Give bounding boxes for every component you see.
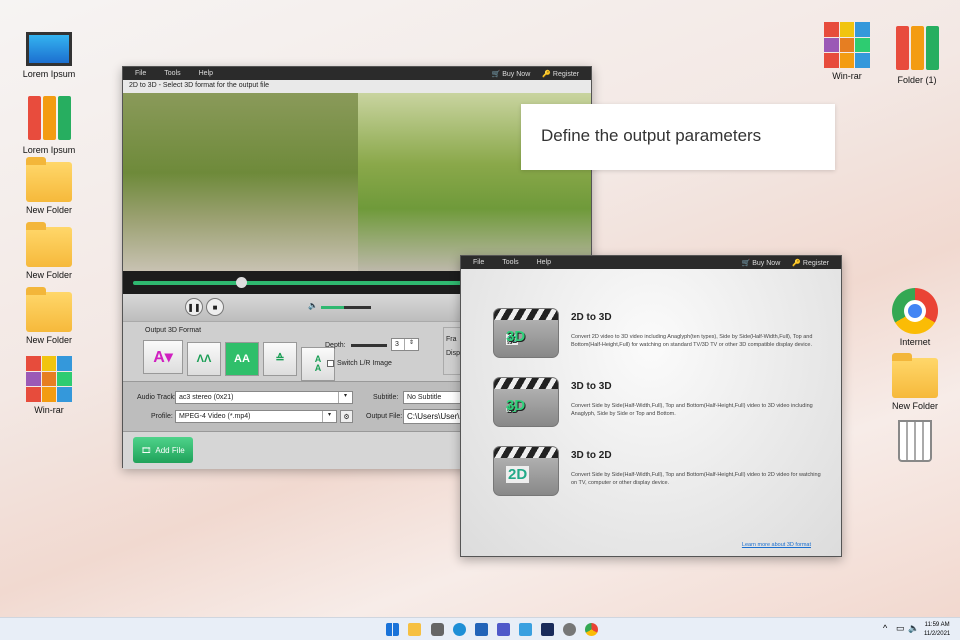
store-icon[interactable] — [475, 623, 488, 636]
desktop-icon-winrar[interactable]: Win-rar — [14, 356, 84, 415]
desktop-icon-new-folder[interactable]: New Folder — [14, 287, 84, 345]
winrar-icon — [26, 356, 72, 402]
audio-track-label: Audio Track: — [137, 394, 176, 401]
desktop-icon-folder-1[interactable]: Folder (1) — [882, 26, 952, 85]
desktop-icon-new-folder[interactable]: New Folder — [14, 222, 84, 280]
add-file-icon: 🎞 — [141, 445, 152, 455]
stop-button[interactable]: ■ — [206, 298, 224, 316]
output-format-label: Output 3D Format — [145, 327, 202, 334]
register-link[interactable]: 🔑 Register — [792, 259, 829, 267]
subtitle-select[interactable]: No Subtitle — [403, 391, 463, 404]
folder-icon — [26, 157, 72, 202]
menu-tools[interactable]: Tools — [164, 70, 180, 77]
menu-file[interactable]: File — [135, 70, 146, 77]
camera-icon[interactable] — [431, 623, 444, 636]
buy-now-link[interactable]: 🛒 Buy Now — [492, 70, 531, 78]
clapper-2d-to-3d-icon: 2D to 3D — [493, 308, 559, 358]
clapper-3d-to-3d-icon: 3D to 3D — [493, 377, 559, 427]
taskbar: ^ ▭ 🔈 11:59 AM 11/2/2021 — [0, 617, 960, 640]
preview-original — [123, 93, 358, 271]
clock[interactable]: 11:59 AM 11/2/2021 — [924, 621, 950, 639]
teams-icon[interactable] — [497, 623, 510, 636]
mode-2d-to-3d[interactable]: 2D to 3D 2D to 3D Convert 2D video to 3D v… — [493, 308, 821, 358]
audio-track-select[interactable]: ac3 stereo (0x21) ▾ — [175, 391, 353, 404]
menu-tools[interactable]: Tools — [502, 259, 518, 266]
desktop-icon-winrar[interactable]: Win-rar — [812, 22, 882, 81]
buy-now-link[interactable]: 🛒 Buy Now — [742, 259, 781, 267]
menu-help[interactable]: Help — [199, 70, 213, 77]
trash-icon — [898, 420, 932, 462]
desktop-icon-lorem-ipsum-2[interactable]: Lorem Ipsum — [14, 96, 84, 155]
menu-bar: File Tools Help 🛒 Buy Now 🔑 Register — [123, 67, 591, 80]
volume-icon: 🔈 — [308, 301, 318, 310]
tray-chevron-icon[interactable]: ^ — [883, 623, 887, 633]
pause-button[interactable]: ❚❚ — [185, 298, 203, 316]
folder-icon — [26, 222, 72, 267]
menu-bar: File Tools Help 🛒 Buy Now 🔑 Register — [461, 256, 841, 269]
output-file-label: Output File: — [366, 413, 403, 420]
chrome-icon — [892, 288, 938, 334]
desktop-icon-internet[interactable]: Internet — [880, 288, 950, 347]
clapper-3d-to-2d-icon: 3D to 2D — [493, 446, 559, 496]
photos-icon[interactable] — [519, 623, 532, 636]
monitor-icon — [26, 32, 72, 66]
learn-more-link[interactable]: Learn more about 3D format — [742, 542, 811, 548]
mode-3d-to-3d[interactable]: 3D to 3D 3D to 3D Convert Side by Side(Hal… — [493, 377, 821, 427]
start-icon[interactable] — [386, 623, 399, 636]
chrome-icon[interactable] — [585, 623, 598, 636]
seek-handle[interactable] — [236, 277, 247, 288]
settings-icon[interactable] — [563, 623, 576, 636]
caption: 2D to 3D - Select 3D format for the outp… — [123, 80, 591, 93]
desktop-icon-lorem-ipsum[interactable]: Lorem Ipsum — [14, 28, 84, 79]
binders-icon — [26, 96, 72, 142]
add-file-button[interactable]: 🎞 Add File — [133, 437, 193, 463]
switch-lr-checkbox[interactable]: Switch L/R Image — [327, 360, 392, 367]
mode-select-window: File Tools Help 🛒 Buy Now 🔑 Register 2D t… — [460, 255, 842, 557]
volume-slider[interactable] — [321, 306, 371, 309]
profile-settings-gear-icon[interactable]: ⚙ — [340, 410, 353, 423]
format-top-bottom-half-button[interactable]: ≙ — [263, 341, 297, 376]
format-side-by-side-half-button[interactable]: ΛΛ — [187, 342, 221, 376]
folder-icon — [26, 287, 72, 332]
volume-icon[interactable]: 🔈 — [908, 623, 919, 634]
recycle-bin[interactable] — [880, 420, 950, 465]
mode-3d-to-2d[interactable]: 3D to 2D3D to 2DConvert Side by Side(Hal… — [493, 446, 821, 496]
winrar-icon — [824, 22, 870, 68]
depth-slider[interactable] — [351, 344, 387, 347]
register-link[interactable]: 🔑 Register — [542, 70, 579, 78]
desktop-icon-new-folder[interactable]: New Folder — [14, 157, 84, 215]
network-icon[interactable]: ▭ — [896, 623, 905, 634]
desktop-icon-new-folder[interactable]: New Folder — [880, 353, 950, 411]
menu-file[interactable]: File — [473, 259, 484, 266]
file-explorer-icon[interactable] — [408, 623, 421, 636]
menu-help[interactable]: Help — [537, 259, 551, 266]
subtitle-label: Subtitle: — [373, 394, 399, 401]
app-icon[interactable] — [541, 623, 554, 636]
profile-label: Profile: — [151, 413, 173, 420]
format-side-by-side-full-button[interactable]: AA — [225, 342, 259, 376]
edge-icon[interactable] — [453, 623, 466, 636]
binders-icon — [894, 26, 940, 72]
profile-select[interactable]: MPEG-4 Video (*.mp4) ▾ — [175, 410, 337, 423]
depth-stepper[interactable]: 3 ⇕ — [391, 338, 419, 351]
folder-icon — [892, 353, 938, 398]
format-anaglyph-button[interactable]: A▾ — [143, 340, 183, 374]
callout-tooltip: Define the output parameters — [521, 104, 835, 170]
depth-label: Depth: — [325, 342, 346, 349]
